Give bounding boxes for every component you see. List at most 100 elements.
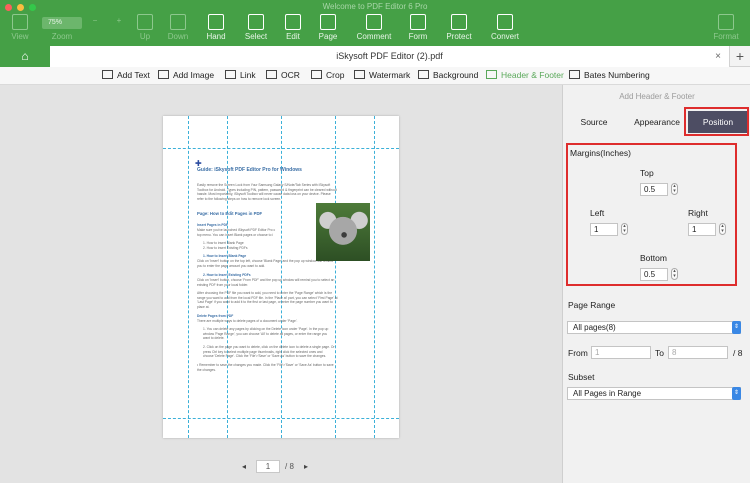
chevron-updown-icon: ⇕ [732, 321, 741, 334]
doc-heading: 2. How to Insert Existing PDFs [203, 273, 251, 277]
toolbar-edit[interactable]: Edit [282, 14, 304, 41]
header-guide [163, 148, 399, 149]
tab-appearance[interactable]: Appearance [629, 111, 685, 133]
next-page-icon[interactable]: ▸ [304, 462, 308, 471]
from-label: From [568, 348, 588, 358]
header-footer-button[interactable]: Header & Footer [486, 70, 564, 80]
center-guide [281, 116, 282, 438]
footer-guide [163, 418, 399, 419]
up-icon [137, 14, 153, 30]
toolbar-zoom[interactable]: Zoom [47, 32, 77, 41]
toolbar-down[interactable]: Down [166, 14, 190, 41]
doc-text: existing PDF from your local folder. [197, 282, 249, 287]
left-margin-stepper[interactable]: ▴ ▾ [621, 223, 628, 235]
doc-text: There are multiple ways to delete pages … [197, 319, 298, 323]
right-margin-stepper[interactable]: ▴ ▾ [719, 223, 726, 235]
page-range-select[interactable]: All pages(8) ⇕ [567, 321, 741, 334]
ocr-icon [266, 70, 277, 79]
ocr-button[interactable]: OCR [266, 70, 300, 80]
document-canvas[interactable]: ✚ Guide: iSkysoft PDF Editor Pro for Win… [0, 85, 562, 483]
position-tab-highlight [684, 107, 749, 136]
doc-title: Guide: iSkysoft PDF Editor Pro for Windo… [197, 167, 302, 173]
toolbar-page[interactable]: Page [316, 14, 340, 41]
format-icon [718, 14, 734, 30]
page-number-input[interactable]: 1 [256, 460, 280, 473]
doc-text: choose 'Delete Page'. Click the 'File'>'… [203, 354, 327, 358]
home-icon: ⌂ [21, 49, 29, 63]
hand-icon [208, 14, 224, 30]
tab-source[interactable]: Source [573, 111, 615, 133]
doc-text: the changes. [197, 367, 216, 372]
chevron-updown-icon: ⇕ [732, 387, 741, 400]
bottom-margin-stepper[interactable]: ▴ ▾ [671, 268, 678, 280]
page-total: / 8 [285, 462, 294, 471]
top-margin-stepper[interactable]: ▴ ▾ [671, 183, 678, 195]
doc-text: refer to the following steps on how to r… [197, 196, 282, 201]
close-tab-icon[interactable]: × [715, 46, 721, 67]
doc-heading: Page: How to Edit Pages in PDF [197, 211, 263, 216]
right-margin-input[interactable]: 1 [688, 223, 716, 236]
edit-toolbar: Add Text Add Image Link OCR Crop Waterma… [0, 67, 750, 85]
doc-heading: 1. How to Insert Blank Page [203, 254, 247, 258]
link-button[interactable]: Link [225, 70, 256, 80]
doc-text: you to enter the page amount you want to… [197, 263, 266, 268]
add-image-icon [158, 70, 169, 79]
toolbar-select[interactable]: Select [242, 14, 270, 41]
toolbar-form[interactable]: Form [406, 14, 430, 41]
to-page-input[interactable]: 8 [668, 346, 728, 359]
top-margin-input[interactable]: 0.5 [640, 183, 668, 196]
to-label: To [655, 348, 664, 358]
toolbar-convert[interactable]: Convert [488, 14, 522, 41]
doc-text: place at. [197, 304, 210, 309]
header-footer-icon [486, 70, 497, 79]
watermark-button[interactable]: Watermark [354, 70, 410, 80]
add-image-button[interactable]: Add Image [158, 70, 214, 80]
zoom-out-button[interactable]: − [90, 16, 100, 25]
page-range-total: / 8 [733, 348, 743, 358]
down-icon [170, 14, 186, 30]
background-button[interactable]: Background [418, 70, 478, 80]
page-range-label: Page Range [568, 300, 616, 310]
toolbar-up[interactable]: Up [134, 14, 156, 41]
crop-icon [311, 70, 322, 79]
add-text-icon [102, 70, 113, 79]
bates-numbering-button[interactable]: Bates Numbering [569, 70, 650, 80]
add-tab-button[interactable]: + [730, 46, 750, 67]
from-page-input[interactable]: 1 [591, 346, 651, 359]
toolbar-view[interactable]: View [7, 14, 33, 41]
bottom-label: Bottom [640, 253, 667, 263]
view-icon [12, 14, 28, 30]
home-button[interactable]: ⌂ [0, 46, 50, 67]
window-title: Welcome to PDF Editor 6 Pro [322, 2, 428, 11]
bates-numbering-icon [569, 70, 580, 79]
top-label: Top [640, 168, 654, 178]
link-icon [225, 70, 236, 79]
add-text-button[interactable]: Add Text [102, 70, 150, 80]
doc-text: • Remember to save the changes you made.… [197, 363, 334, 367]
edit-icon [285, 14, 301, 30]
toolbar-format[interactable]: Format [710, 14, 742, 41]
select-icon [248, 14, 264, 30]
zoom-in-button[interactable]: + [114, 16, 124, 25]
doc-heading: Delete Pages from PDF [197, 314, 234, 318]
doc-text: want to delete. [203, 336, 225, 340]
doc-text: 'Last Page' if you want to add it to the… [197, 300, 333, 304]
toolbar-hand[interactable]: Hand [204, 14, 228, 41]
margin-guide-right [374, 116, 375, 438]
toolbar-protect[interactable]: Protect [444, 14, 474, 41]
crop-button[interactable]: Crop [311, 70, 344, 80]
panel-title: Add Header & Footer [619, 92, 695, 101]
background-icon [418, 70, 429, 79]
margin-guide-left [188, 116, 189, 438]
previous-page-icon[interactable]: ◂ [242, 462, 246, 471]
doc-heading: Insert Pages in PDF [197, 223, 228, 227]
zoom-select[interactable]: 75% [42, 17, 82, 29]
left-label: Left [590, 208, 605, 218]
document-tab[interactable]: iSkysoft PDF Editor (2).pdf × [50, 46, 730, 67]
pdf-page[interactable]: ✚ Guide: iSkysoft PDF Editor Pro for Win… [163, 116, 399, 438]
koala-image[interactable] [316, 203, 370, 261]
subset-select[interactable]: All Pages in Range ⇕ [567, 387, 741, 400]
left-margin-input[interactable]: 1 [590, 223, 618, 236]
bottom-margin-input[interactable]: 0.5 [640, 268, 668, 281]
toolbar-comment[interactable]: Comment [355, 14, 393, 41]
